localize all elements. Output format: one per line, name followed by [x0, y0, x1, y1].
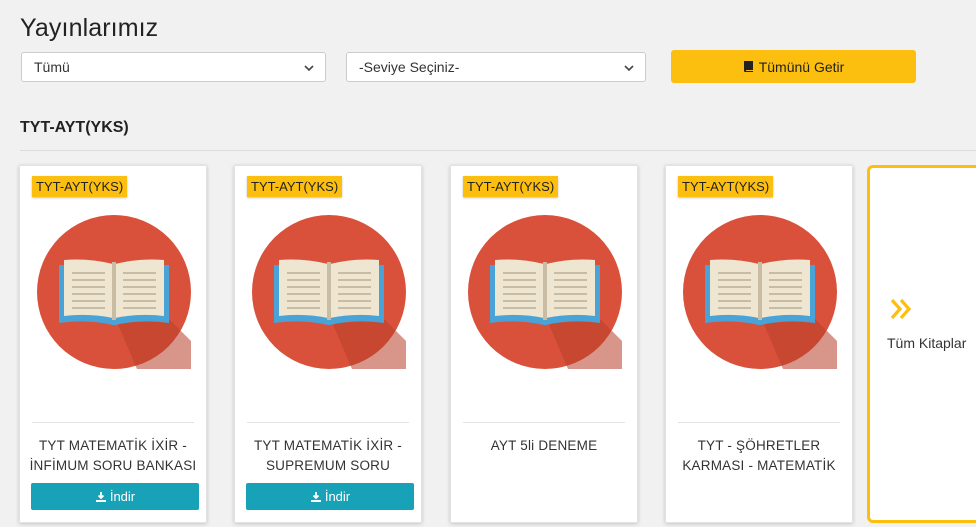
fetch-all-button[interactable]: Tümünü Getir [671, 50, 916, 83]
fetch-all-label: Tümünü Getir [758, 58, 845, 75]
card-divider [463, 422, 625, 423]
book-title-line: SUPREMUM SORU [265, 458, 391, 473]
chevron-down-icon [303, 62, 315, 74]
category-select[interactable]: Tümü [21, 52, 326, 82]
download-icon [95, 491, 107, 503]
download-label: İndir [324, 489, 351, 504]
card-divider [32, 422, 194, 423]
book-cover-icon [468, 215, 622, 369]
book-title-line: TYT MATEMATİK İXİR - [253, 438, 402, 453]
book-title: TYT MATEMATİK İXİR - İNFİMUM SORU BANKAS… [28, 436, 198, 476]
category-badge: TYT-AYT(YKS) [463, 176, 559, 197]
download-label: İndir [109, 489, 136, 504]
card-divider [678, 422, 840, 423]
section-title: TYT-AYT(YKS) [20, 119, 129, 136]
book-card[interactable]: TYT-AYT(YKS) TYT MATEMATİK İXİR - SUPREM… [234, 165, 422, 523]
all-books-label: Tüm Kitaplar [887, 335, 967, 351]
book-icon [743, 61, 753, 72]
download-button[interactable]: İndir [246, 483, 414, 510]
book-title: AYT 5li DENEME [459, 436, 629, 456]
book-title: TYT - ŞÖHRETLER KARMASI - MATEMATİK [674, 436, 844, 476]
chevron-down-icon [623, 62, 635, 74]
book-title-line: AYT 5li DENEME [490, 438, 598, 453]
book-card[interactable]: TYT-AYT(YKS) TYT - ŞÖHRETLER KARMASI - M… [665, 165, 853, 523]
category-select-value: Tümü [34, 59, 70, 75]
page-title: Yayınlarımız [20, 14, 159, 42]
level-select[interactable]: -Seviye Seçiniz- [346, 52, 646, 82]
book-title-line: TYT - ŞÖHRETLER [697, 438, 821, 453]
all-books-link[interactable]: Tüm Kitaplar [867, 165, 976, 523]
book-title-line: TYT MATEMATİK İXİR - [38, 438, 187, 453]
book-cover-icon [37, 215, 191, 369]
level-select-value: -Seviye Seçiniz- [359, 59, 460, 75]
card-divider [247, 422, 409, 423]
section-divider [20, 150, 976, 151]
book-card[interactable]: TYT-AYT(YKS) AYT 5li DENEME [450, 165, 638, 523]
book-title-line: KARMASI - MATEMATİK [682, 458, 836, 473]
double-chevron-right-icon [890, 298, 912, 320]
category-badge: TYT-AYT(YKS) [247, 176, 343, 197]
book-title: TYT MATEMATİK İXİR - SUPREMUM SORU [243, 436, 413, 476]
book-cover-icon [252, 215, 406, 369]
category-badge: TYT-AYT(YKS) [678, 176, 774, 197]
download-button[interactable]: İndir [31, 483, 199, 510]
book-card[interactable]: TYT-AYT(YKS) TYT MATEMATİK İXİR - İNFİMU… [19, 165, 207, 523]
book-title-line: İNFİMUM SORU BANKASI [29, 458, 197, 473]
download-icon [310, 491, 322, 503]
category-badge: TYT-AYT(YKS) [32, 176, 128, 197]
book-cover-icon [683, 215, 837, 369]
